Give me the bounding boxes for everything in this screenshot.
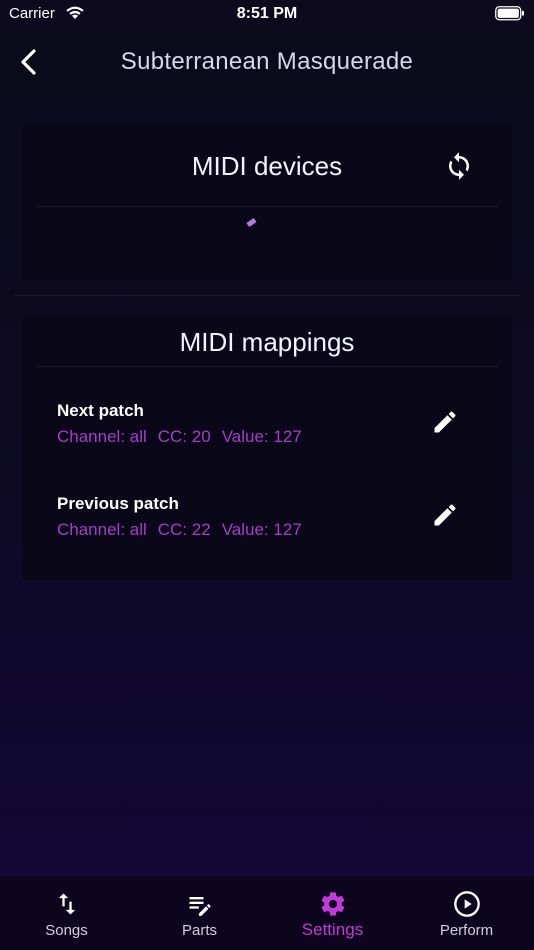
mapping-cc: CC: 20 [157, 427, 211, 446]
tab-parts[interactable]: Parts [133, 876, 266, 950]
page-title: Subterranean Masquerade [120, 48, 414, 75]
status-time: 8:51 PM [236, 5, 298, 22]
pencil-icon [434, 504, 456, 526]
tab-bar: Songs Parts Settings Perform [0, 876, 534, 950]
tab-label: Parts [181, 922, 217, 939]
pencil-icon [434, 411, 456, 433]
swap-vertical-icon [58, 893, 75, 915]
tab-perform[interactable]: Perform [400, 876, 533, 950]
tab-songs[interactable]: Songs [0, 876, 133, 950]
divider [36, 366, 498, 367]
tab-settings[interactable]: Settings [266, 876, 399, 950]
tab-label: Settings [301, 920, 364, 939]
midi-devices-card: MIDI devices [22, 122, 512, 280]
gear-icon [321, 892, 344, 916]
midi-mappings-card: MIDI mappings Next patch Channel: all CC:… [22, 314, 512, 580]
battery-icon [495, 6, 524, 21]
divider [36, 206, 498, 207]
mapping-name: Previous patch [57, 494, 179, 513]
refresh-button[interactable] [444, 151, 474, 181]
mapping-detail: Channel: all CC: 22 Value: 127 [57, 520, 313, 540]
mapping-detail: Channel: all CC: 20 Value: 127 [57, 427, 313, 447]
mapping-value: Value: 127 [221, 427, 302, 446]
refresh-icon [449, 152, 469, 180]
midi-mappings-title: MIDI mappings [179, 327, 355, 357]
edit-next-patch-button[interactable] [431, 408, 459, 436]
play-circle-icon [453, 891, 480, 917]
mapping-channel: Channel: all [57, 520, 147, 539]
mapping-row-next-patch: Next patch Channel: all CC: 20 Value: 127 [57, 400, 477, 460]
mapping-name: Next patch [57, 401, 144, 420]
section-divider [14, 295, 520, 296]
status-bar: Carrier 8:51 PM [0, 0, 534, 30]
loading-spinner [246, 217, 257, 228]
edit-previous-patch-button[interactable] [431, 501, 459, 529]
mapping-value: Value: 127 [221, 520, 302, 539]
tab-label: Perform [439, 922, 494, 939]
tab-label: Songs [45, 922, 88, 939]
nav-bar: Subterranean Masquerade [0, 30, 534, 96]
playlist-edit-icon [189, 897, 211, 916]
mapping-row-previous-patch: Previous patch Channel: all CC: 22 Value: … [57, 493, 477, 553]
midi-devices-title: MIDI devices [191, 151, 343, 181]
mapping-cc: CC: 22 [157, 520, 211, 539]
mapping-channel: Channel: all [57, 427, 147, 446]
